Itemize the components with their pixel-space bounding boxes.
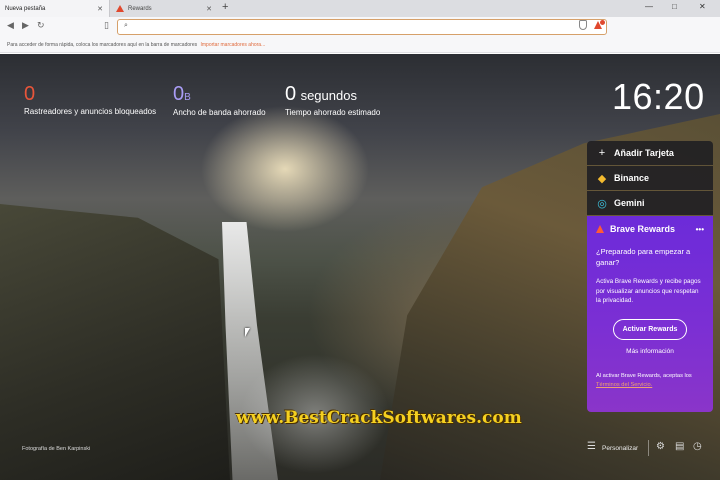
stat-label: Tiempo ahorrado estimado [285, 108, 381, 117]
stat-value: 0 [24, 83, 36, 105]
import-bookmarks-link[interactable]: Importar marcadores ahora... [201, 42, 266, 48]
background-image [0, 204, 230, 480]
minimize-button[interactable]: — [645, 2, 653, 11]
stat-label: Ancho de banda ahorrado [173, 108, 266, 117]
new-tab-button[interactable]: + [222, 1, 228, 13]
stat-label: Rastreadores y anuncios bloqueados [24, 107, 157, 116]
terms-prefix: Al activar Brave Rewards, aceptas los [596, 372, 692, 379]
shield-icon[interactable] [579, 20, 587, 30]
brave-rewards-icon [596, 225, 604, 233]
settings-icon[interactable]: ⚙ [656, 441, 665, 452]
rewards-heading: ¿Preparado para empezar a ganar? [596, 247, 691, 267]
photo-credit: Fotografía de Ben Karpinski [22, 446, 91, 452]
close-window-button[interactable]: ✕ [699, 2, 706, 11]
rewards-header: Brave Rewards ••• [596, 224, 704, 234]
brave-rewards-icon [116, 5, 124, 12]
stat-trackers: 0 Rastreadores y anuncios bloqueados [24, 84, 156, 116]
maximize-button[interactable]: □ [672, 2, 677, 11]
bookmarks-bar: Para acceder de forma rápida, coloca los… [0, 37, 720, 53]
address-bar[interactable]: ⌕ [117, 19, 607, 35]
add-card-button[interactable]: + Añadir Tarjeta [587, 141, 713, 165]
bookmark-icon[interactable]: ▯ [104, 20, 109, 31]
more-options-icon[interactable]: ••• [696, 225, 704, 234]
stat-value: 0 [285, 83, 297, 105]
address-input[interactable] [136, 22, 576, 32]
customize-button[interactable]: Personalizar [602, 445, 638, 452]
rewards-title: Brave Rewards [610, 224, 676, 234]
mouse-cursor [245, 328, 250, 337]
rewards-terms: Al activar Brave Rewards, aceptas los Té… [596, 372, 704, 390]
tab-label: Rewards [128, 5, 152, 12]
tab-label: Nueva pestaña [5, 5, 46, 12]
brave-rewards-card: Brave Rewards ••• ¿Preparado para empeza… [587, 216, 713, 412]
more-info-link[interactable]: Más información [596, 348, 704, 355]
tab-strip: Nueva pestaña ✕ Rewards ✕ + — □ ✕ [0, 0, 720, 17]
rewards-body: Activa Brave Rewards y recibe pagos por … [596, 278, 701, 304]
terms-link[interactable]: Términos del Servicio. [596, 382, 652, 388]
stat-unit: B [184, 92, 191, 103]
stat-value: 0 [173, 83, 185, 105]
bookmarks-hint: Para acceder de forma rápida, coloca los… [7, 42, 198, 48]
tab-rewards[interactable]: Rewards ✕ [111, 0, 218, 17]
binance-label: Binance [614, 173, 650, 183]
clock: 16:20 [612, 76, 705, 117]
customize-icon[interactable]: ☰ [587, 441, 596, 452]
search-icon: ⌕ [124, 22, 128, 29]
binance-icon: ◆ [597, 172, 607, 185]
notification-badge [600, 20, 605, 25]
add-card-label: Añadir Tarjeta [614, 148, 674, 158]
activate-rewards-button[interactable]: Activar Rewards [613, 318, 687, 340]
back-icon[interactable]: ◀ [7, 20, 14, 31]
close-icon[interactable]: ✕ [206, 5, 212, 13]
close-icon[interactable]: ✕ [97, 5, 103, 13]
gemini-widget[interactable]: ◎ Gemini [587, 191, 713, 215]
stat-unit: segundos [300, 88, 357, 103]
plus-icon: + [598, 147, 606, 159]
stat-time: 0 segundos Tiempo ahorrado estimado [285, 84, 380, 117]
binance-widget[interactable]: ◆ Binance [587, 166, 713, 190]
tab-new-tab[interactable]: Nueva pestaña ✕ [0, 0, 110, 17]
reload-icon[interactable]: ↻ [37, 20, 45, 31]
gemini-icon: ◎ [597, 197, 607, 210]
history-icon[interactable]: ◷ [693, 441, 702, 452]
bookmarks-icon[interactable]: ▤ [675, 441, 684, 452]
gemini-label: Gemini [614, 198, 645, 208]
stat-bandwidth: 0B Ancho de banda ahorrado [173, 84, 266, 117]
watermark: www.BestCrackSoftwares.com [236, 408, 522, 428]
divider [648, 440, 649, 456]
toolbar: ◀ ▶ ↻ ▯ ⌕ [0, 17, 720, 37]
forward-icon[interactable]: ▶ [22, 20, 29, 31]
